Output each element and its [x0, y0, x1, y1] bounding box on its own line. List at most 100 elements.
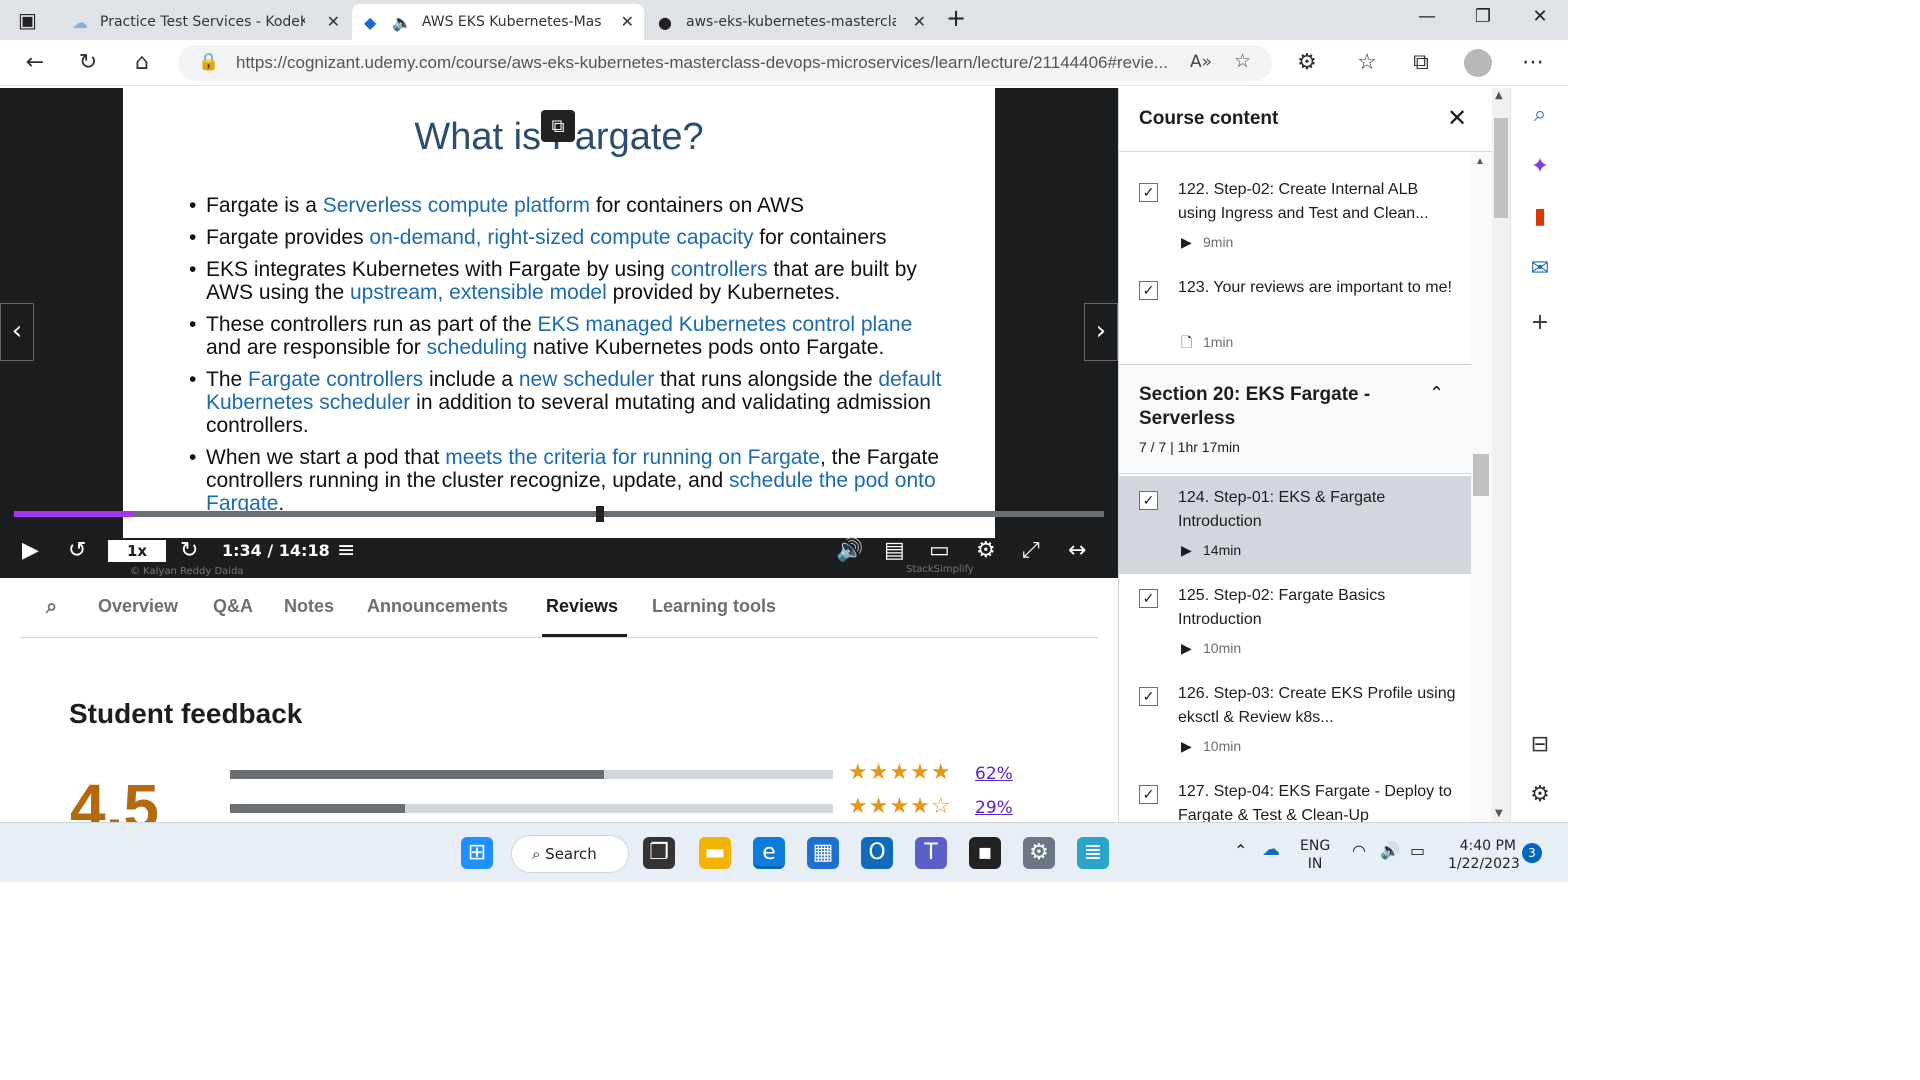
outlook-icon[interactable]: O: [861, 837, 893, 869]
lecture-item[interactable]: ✓ 125. Step-02: Fargate Basics Introduct…: [1119, 574, 1471, 672]
search-icon[interactable]: ⌕: [46, 596, 57, 619]
battery-icon[interactable]: ▭: [1410, 841, 1425, 860]
taskbar-search[interactable]: ⌕ Search: [511, 835, 629, 873]
fullscreen-icon[interactable]: ⤢: [1022, 538, 1040, 563]
read-aloud-icon[interactable]: A»: [1190, 52, 1212, 72]
play-circle-icon: ▶: [1181, 738, 1192, 754]
window-close-icon[interactable]: ✕: [1520, 6, 1560, 27]
close-tab-icon[interactable]: ✕: [621, 12, 634, 31]
slide-text: Fargate provides: [206, 226, 370, 249]
checkbox-checked[interactable]: ✓: [1139, 785, 1158, 804]
teams-icon[interactable]: T: [915, 837, 947, 869]
url-text[interactable]: https://cognizant.udemy.com/course/aws-e…: [236, 53, 1176, 73]
tab-announcements[interactable]: Announcements: [367, 596, 508, 617]
settings-icon[interactable]: ⚙: [976, 538, 996, 563]
add-icon[interactable]: +: [1525, 310, 1555, 335]
lecture-item[interactable]: ✓ 127. Step-04: EKS Fargate - Deploy to …: [1119, 770, 1471, 822]
lecture-item[interactable]: ✓ 123. Your reviews are important to me!…: [1119, 266, 1471, 364]
next-lecture-button[interactable]: ›: [1084, 303, 1118, 361]
wifi-icon[interactable]: ◠: [1352, 841, 1366, 860]
section-title: Section 20: EKS Fargate - Serverless: [1139, 384, 1371, 429]
tab-notes[interactable]: Notes: [284, 596, 334, 617]
progress-track[interactable]: [14, 511, 1104, 517]
page-scroll-down-icon[interactable]: ▼: [1495, 808, 1503, 819]
search-icon[interactable]: ⌕: [1525, 102, 1555, 127]
settings-icon[interactable]: ⚙: [1525, 782, 1555, 807]
volume-icon[interactable]: 🔊: [836, 538, 863, 563]
tab-qa[interactable]: Q&A: [213, 596, 253, 617]
close-tab-icon[interactable]: ✕: [327, 12, 340, 31]
browser-tab-github[interactable]: ● aws-eks-kubernetes-masterclass ✕: [646, 4, 936, 40]
checkbox-checked[interactable]: ✓: [1139, 589, 1158, 608]
speaker-icon[interactable]: 🔈: [392, 13, 412, 32]
outlook-icon[interactable]: ✉: [1525, 256, 1555, 281]
restore-icon[interactable]: ❐: [1463, 6, 1503, 27]
home-icon[interactable]: ⌂: [127, 50, 157, 75]
start-icon[interactable]: ⊞: [461, 837, 493, 869]
play-icon[interactable]: ▶: [22, 538, 39, 563]
refresh-icon[interactable]: ↻: [73, 50, 103, 75]
notepad-icon[interactable]: ≣: [1077, 837, 1109, 869]
checkbox-checked[interactable]: ✓: [1139, 687, 1158, 706]
extensions-icon[interactable]: ⚙: [1292, 50, 1322, 75]
tab-actions-icon[interactable]: ▣: [18, 8, 37, 32]
sidebar-toggle-icon[interactable]: ⊟: [1525, 732, 1555, 757]
back-icon[interactable]: ←: [20, 50, 50, 75]
add-favorite-icon[interactable]: ☆: [1234, 50, 1251, 72]
picture-in-picture-icon[interactable]: ⧉: [541, 110, 575, 142]
slide-text: When we start a pod that: [206, 446, 446, 469]
scroll-up-icon[interactable]: ▲: [1475, 156, 1485, 167]
rating-percent-5[interactable]: 62%: [975, 764, 1013, 784]
rating-percent-4[interactable]: 29%: [975, 798, 1013, 818]
sidebar-scroll-thumb[interactable]: [1473, 454, 1489, 496]
profile-avatar[interactable]: [1464, 49, 1492, 77]
forward-icon[interactable]: ↻: [180, 538, 198, 563]
expand-icon[interactable]: ↔: [1068, 538, 1086, 563]
new-tab-icon[interactable]: +: [946, 4, 966, 32]
onedrive-icon[interactable]: ☁: [1262, 839, 1280, 860]
minimize-icon[interactable]: —: [1407, 6, 1447, 27]
sparkle-icon[interactable]: ✦: [1525, 154, 1555, 179]
tab-reviews[interactable]: Reviews: [546, 596, 618, 617]
playback-speed-button[interactable]: 1x: [108, 540, 166, 562]
favorites-icon[interactable]: ☆: [1352, 50, 1382, 75]
file-explorer-icon[interactable]: ▬: [699, 837, 731, 869]
chevron-up-icon[interactable]: ⌃: [1429, 383, 1444, 404]
previous-lecture-button[interactable]: ‹: [0, 303, 34, 361]
lecture-item[interactable]: ✓ 126. Step-03: Create EKS Profile using…: [1119, 672, 1471, 770]
video-player[interactable]: What is Fargate? ⧉ Fargate is a Serverle…: [0, 88, 1118, 578]
browser-tab-kodekloud[interactable]: ☁ Practice Test Services - KodeKlou ✕: [60, 4, 350, 40]
url-field[interactable]: 🔒 https://cognizant.udemy.com/course/aws…: [178, 45, 1272, 81]
notification-badge[interactable]: 3: [1522, 843, 1542, 863]
tab-overview[interactable]: Overview: [98, 596, 178, 617]
captions-icon[interactable]: ▭: [929, 538, 950, 563]
checkbox-checked[interactable]: ✓: [1139, 183, 1158, 202]
lecture-item-current[interactable]: ✓ 124. Step-01: EKS & Fargate Introducti…: [1119, 476, 1471, 574]
task-view-icon[interactable]: ❐: [643, 837, 675, 869]
office-icon[interactable]: ▮: [1525, 204, 1555, 229]
close-tab-icon[interactable]: ✕: [913, 12, 926, 31]
section-header[interactable]: Section 20: EKS Fargate - Serverless 7 /…: [1119, 364, 1471, 474]
page-scroll-up-icon[interactable]: ▲: [1495, 90, 1503, 101]
progress-handle[interactable]: [596, 506, 604, 522]
store-icon[interactable]: ▦: [807, 837, 839, 869]
chevron-up-icon[interactable]: ⌃: [1234, 841, 1247, 860]
clock[interactable]: 4:40 PM 1/22/2023: [1448, 837, 1520, 873]
volume-icon[interactable]: 🔊: [1380, 841, 1400, 860]
browser-tab-udemy[interactable]: ◆ 🔈 AWS EKS Kubernetes-Maste ✕: [352, 4, 644, 40]
close-icon[interactable]: ✕: [1447, 104, 1467, 133]
page-scroll-thumb[interactable]: [1494, 118, 1508, 218]
notes-icon[interactable]: ≡: [337, 538, 355, 563]
collections-icon[interactable]: ⧉: [1406, 50, 1436, 75]
checkbox-checked[interactable]: ✓: [1139, 281, 1158, 300]
rewind-icon[interactable]: ↺: [68, 538, 86, 563]
sticky-notes-icon[interactable]: ▪: [969, 837, 1001, 869]
checkbox-checked[interactable]: ✓: [1139, 491, 1158, 510]
lecture-item[interactable]: ✓ 122. Step-02: Create Internal ALB usin…: [1119, 168, 1471, 266]
transcript-icon[interactable]: ▤: [884, 538, 905, 563]
edge-browser-icon[interactable]: e: [753, 837, 785, 869]
language-indicator[interactable]: ENG IN: [1300, 837, 1330, 873]
more-menu-icon[interactable]: ⋯: [1518, 50, 1548, 75]
tab-learning-tools[interactable]: Learning tools: [652, 596, 776, 617]
settings-icon[interactable]: ⚙: [1023, 837, 1055, 869]
